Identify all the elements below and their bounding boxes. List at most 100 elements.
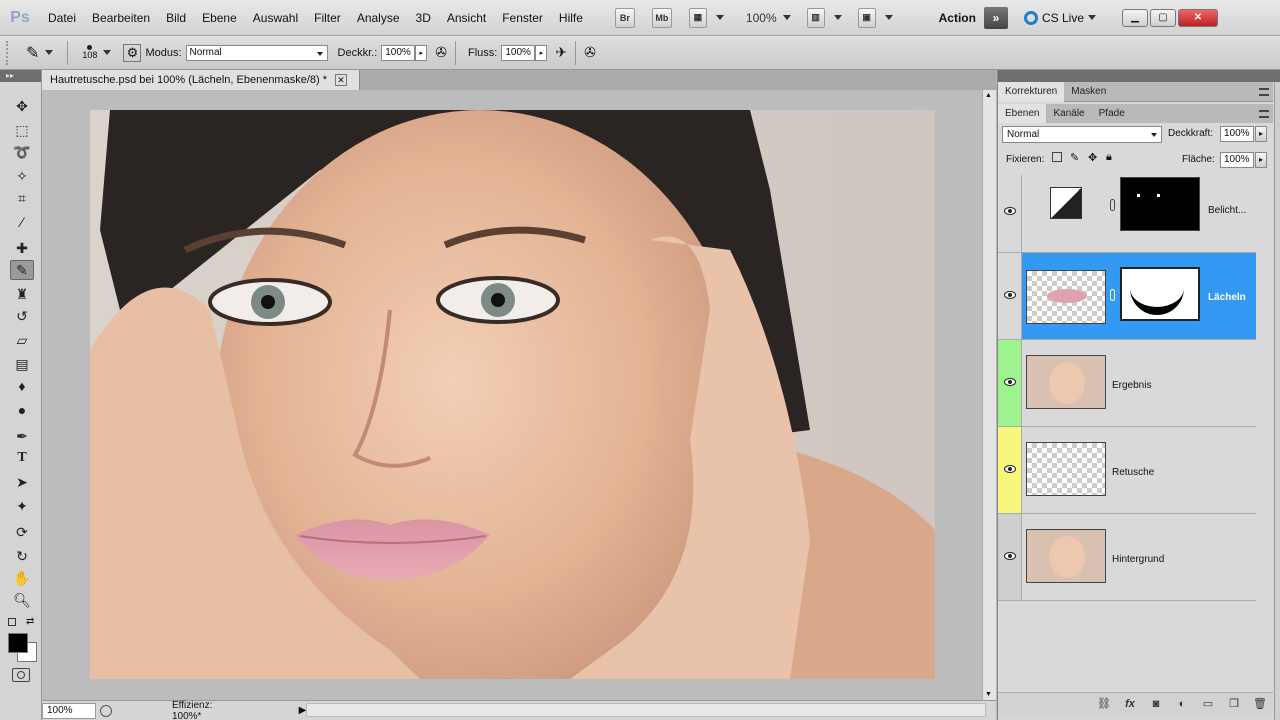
pressure-size-icon[interactable]: ✇ xyxy=(584,44,596,61)
layer-visibility-cell[interactable] xyxy=(998,175,1022,252)
menu-auswahl[interactable]: Auswahl xyxy=(245,0,306,36)
history-brush-tool-icon[interactable]: ↺ xyxy=(10,306,34,326)
link-icon[interactable] xyxy=(1110,199,1115,211)
crop-tool-icon[interactable]: ⌗ xyxy=(10,188,34,208)
screen-mode-icon[interactable]: ▣ xyxy=(857,7,876,28)
eraser-tool-icon[interactable]: ▱ xyxy=(10,330,34,350)
opacity-slider-icon[interactable]: ▸ xyxy=(415,44,428,61)
delete-layer-icon[interactable]: 🗑︎ xyxy=(1250,696,1270,712)
panel-menu-icon[interactable] xyxy=(1259,88,1269,96)
shape-tool-icon[interactable]: ✦ xyxy=(10,496,34,516)
gradient-tool-icon[interactable]: ▤ xyxy=(10,354,34,374)
healing-brush-tool-icon[interactable]: ✚ xyxy=(10,238,34,258)
panel-dock-header[interactable] xyxy=(998,70,1280,82)
eye-icon[interactable] xyxy=(1004,291,1016,299)
menu-bild[interactable]: Bild xyxy=(158,0,194,36)
path-selection-tool-icon[interactable]: ➤ xyxy=(10,472,34,492)
scroll-down-icon[interactable]: ▼ xyxy=(985,691,992,698)
lock-position-icon[interactable]: ✥ xyxy=(1088,151,1097,164)
blur-tool-icon[interactable]: ♦ xyxy=(10,376,34,396)
panel-scrollbar[interactable] xyxy=(1274,82,1280,720)
eye-icon[interactable] xyxy=(1004,207,1016,215)
lock-transparency-icon[interactable] xyxy=(1052,152,1062,162)
menu-bearbeiten[interactable]: Bearbeiten xyxy=(84,0,158,36)
menu-hilfe[interactable]: Hilfe xyxy=(551,0,591,36)
add-mask-icon[interactable]: ◙ xyxy=(1146,696,1166,712)
swap-colors-icon[interactable]: ⇄ xyxy=(26,616,34,627)
bridge-button[interactable]: Br xyxy=(614,7,635,28)
layer-mask-thumbnail[interactable] xyxy=(1120,177,1200,231)
hand-tool-icon[interactable]: ✋ xyxy=(10,568,34,588)
link-layers-icon[interactable]: ⛓ xyxy=(1094,696,1114,712)
link-icon[interactable] xyxy=(1110,289,1115,301)
vertical-scrollbar[interactable]: ▲ ▼ xyxy=(982,90,996,700)
tab-ebenen[interactable]: Ebenen xyxy=(998,104,1047,124)
foreground-color-swatch[interactable] xyxy=(8,633,28,653)
zoom-dropdown-icon[interactable] xyxy=(782,15,791,20)
lasso-tool-icon[interactable]: ➰ xyxy=(10,142,34,162)
layer-opacity-slider-icon[interactable]: ▸ xyxy=(1255,126,1267,142)
menu-ansicht[interactable]: Ansicht xyxy=(439,0,494,36)
screen-mode-dropdown-icon[interactable] xyxy=(884,15,893,20)
portrait-photo[interactable] xyxy=(90,110,935,679)
type-tool-icon[interactable]: T xyxy=(10,448,34,468)
flow-slider-icon[interactable]: ▸ xyxy=(535,44,548,61)
document-tab[interactable]: Hautretusche.psd bei 100% (Lächeln, Eben… xyxy=(42,70,360,90)
close-document-icon[interactable]: ✕ xyxy=(335,74,348,86)
layer-thumbnail[interactable] xyxy=(1026,442,1106,496)
menu-datei[interactable]: Datei xyxy=(40,0,84,36)
horizontal-scrollbar[interactable] xyxy=(306,702,987,717)
brush-panel-toggle-icon[interactable]: ⚙ xyxy=(123,43,142,62)
cs-live-menu[interactable]: CS Live xyxy=(1023,10,1102,25)
status-info-icon[interactable] xyxy=(99,704,112,717)
flow-input[interactable]: 100% xyxy=(501,44,536,61)
close-button[interactable]: ✕ xyxy=(1178,8,1218,27)
lock-pixels-icon[interactable]: ✎ xyxy=(1070,151,1079,164)
arrange-dropdown-icon[interactable] xyxy=(833,15,842,20)
layer-row-belichtung[interactable]: Belicht... xyxy=(998,175,1256,253)
layer-row-laecheln[interactable]: Lächeln xyxy=(998,253,1256,340)
new-layer-icon[interactable]: ❐ xyxy=(1224,696,1244,712)
status-menu-arrow-icon[interactable]: ▶ xyxy=(299,705,307,716)
3d-orbit-tool-icon[interactable]: ↻ xyxy=(10,546,34,566)
tab-korrekturen[interactable]: Korrekturen xyxy=(998,82,1065,102)
fill-slider-icon[interactable]: ▸ xyxy=(1255,152,1267,168)
tab-masken[interactable]: Masken xyxy=(1064,82,1113,102)
zoom-level[interactable]: 100% xyxy=(746,11,777,25)
layers-panel-menu-icon[interactable] xyxy=(1259,110,1269,118)
layer-visibility-cell[interactable] xyxy=(998,253,1022,339)
3d-rotate-tool-icon[interactable]: ⟳ xyxy=(10,522,34,542)
quick-mask-icon[interactable] xyxy=(12,668,30,682)
layer-mask-thumbnail[interactable] xyxy=(1120,267,1200,321)
pressure-opacity-icon[interactable]: ✇ xyxy=(435,44,447,61)
adjustment-layer-icon[interactable]: ◐ xyxy=(1172,696,1192,712)
layer-thumbnail[interactable] xyxy=(1026,529,1106,583)
new-group-icon[interactable]: ▭ xyxy=(1198,696,1218,712)
blend-mode-select[interactable]: Normal xyxy=(1002,126,1162,143)
zoom-tool-icon[interactable]: 🔍︎ xyxy=(10,590,34,610)
brush-tool-icon[interactable]: ✎ xyxy=(26,43,39,63)
layer-row-ergebnis[interactable]: Ergebnis xyxy=(998,340,1256,427)
move-tool-icon[interactable]: ✥ xyxy=(10,96,34,116)
tab-pfade[interactable]: Pfade xyxy=(1092,104,1132,124)
brush-tool-icon[interactable]: ✎ xyxy=(10,260,34,280)
lock-all-icon[interactable]: 🔒︎ xyxy=(1106,151,1112,164)
layer-thumbnail[interactable] xyxy=(1026,270,1106,324)
default-colors-icon[interactable] xyxy=(8,618,16,626)
tools-panel-header[interactable]: ▸▸ xyxy=(0,70,41,82)
layer-visibility-cell[interactable] xyxy=(998,514,1022,600)
dodge-tool-icon[interactable]: ● xyxy=(10,400,34,420)
layer-visibility-cell[interactable] xyxy=(998,340,1022,426)
fill-input[interactable]: 100% xyxy=(1220,152,1254,168)
menu-fenster[interactable]: Fenster xyxy=(494,0,551,36)
canvas[interactable] xyxy=(42,90,982,700)
airbrush-icon[interactable]: ✈ xyxy=(555,44,567,61)
layer-thumbnail[interactable] xyxy=(1026,355,1106,409)
layer-row-retusche[interactable]: Retusche xyxy=(998,427,1256,514)
eye-icon[interactable] xyxy=(1004,552,1016,560)
menu-3d[interactable]: 3D xyxy=(408,0,439,36)
maximize-button[interactable]: ▢ xyxy=(1150,8,1176,27)
marquee-tool-icon[interactable]: ⬚ xyxy=(10,120,34,140)
status-zoom-input[interactable]: 100% xyxy=(42,702,96,719)
menu-analyse[interactable]: Analyse xyxy=(349,0,408,36)
